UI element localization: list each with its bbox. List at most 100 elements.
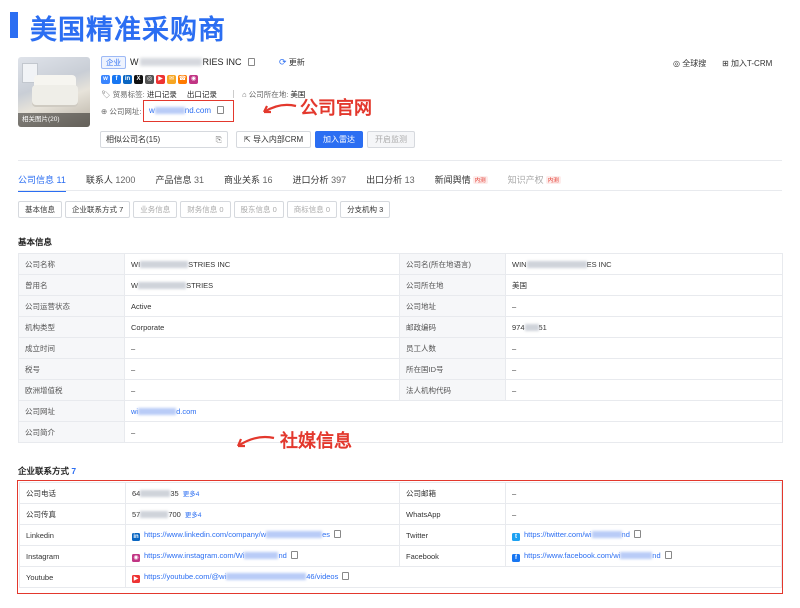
field-value: – (505, 295, 783, 317)
redacted-text (226, 572, 307, 580)
tab-import-analysis[interactable]: 进口分析 397 (293, 173, 347, 186)
field-label: 公司运营状态 (18, 295, 125, 317)
tab-company-info[interactable]: 公司信息 11 (18, 173, 66, 192)
tab-products[interactable]: 产品信息 31 (155, 173, 204, 186)
field-value: W STRIES (124, 274, 400, 296)
tab-contacts[interactable]: 联系人 1200 (86, 173, 136, 186)
field-value: – (505, 503, 782, 525)
trade-tag-export[interactable]: 出口记录 (187, 90, 217, 99)
subtab-trademarks[interactable]: 商标信息 0 (286, 201, 338, 218)
field-label: WhatsApp (399, 503, 506, 525)
x-icon[interactable]: X (134, 75, 143, 84)
redacted-text (140, 511, 169, 518)
field-label: Twitter (399, 524, 506, 546)
linkedin-icon[interactable]: in (123, 75, 132, 84)
web-icon[interactable]: ◎ (145, 75, 154, 84)
table-row: 公司运营状态 Active 公司地址 – (18, 295, 783, 317)
similar-companies-select[interactable]: 相似公司名(15) ⎘ (100, 131, 228, 148)
table-row: 公司电话 64 35 更多4 公司邮箱 – (19, 482, 782, 504)
subtab-finance[interactable]: 财务信息 0 (180, 201, 231, 218)
subtab-branches[interactable]: 分支机构 3 (340, 201, 391, 218)
website-row: ⊕ 公司网址: (101, 106, 141, 117)
global-search-label: 全球搜 (682, 59, 707, 68)
company-name: W RIES INC (130, 57, 256, 67)
website-link[interactable]: wi d.com (131, 407, 197, 416)
divider (233, 90, 234, 98)
company-type-tag: 企业 (101, 56, 126, 69)
field-value: – (505, 379, 783, 401)
tab-ip[interactable]: 知识产权 内测 (508, 173, 561, 186)
more-phones-link[interactable]: 更多4 (183, 491, 200, 498)
field-label: 税号 (18, 358, 125, 380)
redacted-text (266, 530, 323, 538)
redacted-text (244, 551, 279, 559)
trade-tags-label: 贸易标签: (112, 90, 145, 99)
basic-info-table: 公司名称 WI STRIES INC 公司名(所在地语言) WIN ES INC 曾… (18, 253, 783, 443)
update-button[interactable]: ⟳ 更新 (279, 57, 305, 68)
field-label: Facebook (399, 545, 506, 567)
subtab-shareholders[interactable]: 股东信息 0 (233, 201, 284, 218)
copy-icon[interactable] (664, 550, 672, 559)
open-monitor-button[interactable]: 开启监测 (367, 131, 415, 148)
company-name-suffix: RIES INC (202, 57, 242, 67)
subtab-business[interactable]: 业务信息 (133, 201, 178, 218)
annotation-website: 公司官网 (300, 98, 372, 119)
table-row: 公司简介 – (18, 421, 783, 443)
copy-icon[interactable] (290, 550, 298, 559)
add-tcrm-button[interactable]: ⊞ 加入T-CRM (722, 58, 772, 69)
globe-icon: ⊕ (101, 107, 108, 116)
tab-export-analysis[interactable]: 出口分析 13 (366, 173, 415, 186)
field-label: 法人机构代码 (399, 379, 506, 401)
refresh-icon: ⟳ (279, 57, 287, 67)
field-label: 公司传真 (19, 503, 126, 525)
redacted-text (139, 58, 202, 66)
website-link[interactable]: w nd.com (149, 106, 225, 115)
instagram-icon[interactable]: ◉ (189, 75, 198, 84)
redacted-text (524, 323, 539, 331)
website-icon[interactable]: w (101, 75, 110, 84)
more-fax-link[interactable]: 更多4 (185, 512, 202, 519)
youtube-link[interactable]: https://youtube.com/@wi 46/videos (144, 572, 338, 581)
trade-tag-import[interactable]: 进口记录 (147, 90, 177, 99)
twitter-link[interactable]: https://twitter.com/wi nd (524, 530, 630, 539)
company-name-prefix: W (130, 57, 139, 67)
copy-icon[interactable] (248, 58, 256, 66)
youtube-value: ▶ https://youtube.com/@wi 46/videos (125, 566, 782, 588)
company-photo[interactable]: 相关图片(20) (18, 57, 90, 127)
facebook-link[interactable]: https://www.facebook.com/wi nd (524, 551, 661, 560)
social-icons-row: w f in X ◎ ▶ ✉ ☎ ◉ (101, 73, 200, 84)
trade-info-row: 🏷 贸易标签: 进口记录 出口记录 ⌂ 公司所在地: 美国 (101, 89, 305, 100)
copy-icon[interactable] (342, 571, 350, 580)
linkedin-link[interactable]: https://www.linkedin.com/company/w es (144, 530, 330, 539)
field-value: 美国 (505, 274, 783, 296)
youtube-icon[interactable]: ▶ (156, 75, 165, 84)
email-icon[interactable]: ✉ (167, 75, 176, 84)
field-value: Active (124, 295, 400, 317)
instagram-link[interactable]: https://www.instagram.com/Wi nd (144, 551, 287, 560)
field-label: 公司所在地 (399, 274, 506, 296)
facebook-icon[interactable]: f (112, 75, 121, 84)
banner-accent-bar (10, 12, 18, 38)
facebook-icon: f (512, 553, 520, 562)
subtab-contact[interactable]: 企业联系方式 7 (65, 201, 131, 218)
tab-news[interactable]: 新闻舆情 内测 (435, 173, 488, 186)
import-crm-button[interactable]: ⇱ 导入内部CRM (236, 131, 312, 148)
banner: 美国精准采购商 (0, 0, 800, 48)
phone-icon[interactable]: ☎ (178, 75, 187, 84)
linkedin-value: in https://www.linkedin.com/company/w es (125, 524, 400, 546)
global-search-button[interactable]: ◎ 全球搜 (673, 58, 706, 69)
field-label: 公司网址 (18, 400, 125, 422)
annotation-social: 社媒信息 (280, 431, 352, 452)
external-icon: ⇱ (244, 135, 251, 144)
tab-business-relations[interactable]: 商业关系 16 (224, 173, 273, 186)
youtube-icon: ▶ (132, 574, 140, 583)
copy-icon[interactable] (334, 529, 342, 538)
copy-icon[interactable] (217, 106, 225, 114)
add-radar-button[interactable]: 加入雷达 (315, 131, 363, 148)
country-label: 公司所在地: (248, 90, 289, 99)
subtab-basic-info[interactable]: 基本信息 (18, 201, 62, 218)
copy-icon[interactable] (633, 529, 641, 538)
table-row: 机构类型 Corporate 邮政编码 974 51 (18, 316, 783, 338)
field-value: WIN ES INC (505, 253, 783, 275)
field-label: 曾用名 (18, 274, 125, 296)
